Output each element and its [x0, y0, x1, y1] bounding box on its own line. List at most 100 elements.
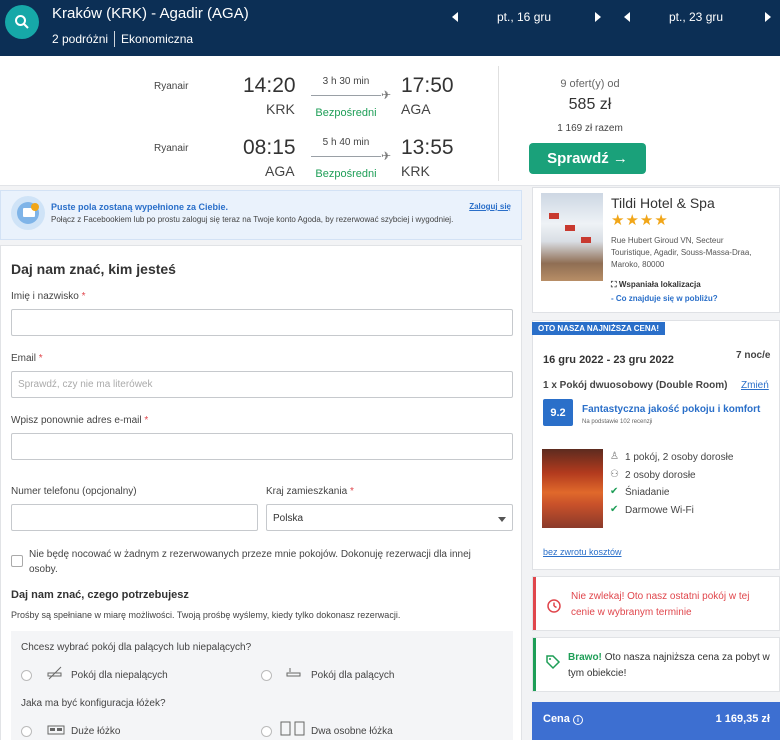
change-room-link[interactable]: Zmień [741, 380, 769, 391]
nearby-link[interactable]: - Co znajduje się w pobliżu? [611, 294, 718, 303]
needs-text: Prośby są spełniane w miarę możliwości. … [11, 610, 401, 620]
prev-date-back-icon[interactable] [624, 12, 630, 22]
price-label: Cena i [543, 713, 583, 725]
check-offer-button[interactable]: Sprawdź → [529, 143, 646, 174]
banner-title: Puste pola zostaną wypełnione za Ciebie. [51, 202, 229, 212]
not-staying-label[interactable]: Nie będę nocować w żadnym z rezerwowanyc… [29, 547, 509, 577]
divider [114, 31, 116, 47]
hotel-address: Rue Hubert Giroud VN, Secteur Touristiqu… [611, 235, 780, 271]
hotel-balcony [581, 237, 591, 243]
country-value: Polska [273, 513, 304, 524]
big-bed-radio[interactable] [21, 726, 32, 737]
hotel-balcony [565, 225, 575, 231]
search-icon [15, 15, 29, 29]
country-select[interactable]: Polska [266, 504, 513, 531]
nonsmoking-radio[interactable] [21, 670, 32, 681]
twin-beds-radio[interactable] [261, 726, 272, 737]
alarm-clock-icon [545, 596, 563, 617]
flight-panel: Ryanair 14:20 KRK 3 h 30 min ✈ Bezpośred… [0, 56, 780, 186]
refund-policy-link[interactable]: bez zwrotu kosztów [543, 547, 622, 557]
smoking-question: Chcesz wybrać pokój dla palących lub nie… [21, 642, 252, 653]
review-score-text: Fantastyczna jakość pokoju i komfort [582, 404, 761, 415]
search-button[interactable] [5, 5, 39, 39]
travellers-label: 2 podróżni [52, 32, 109, 46]
review-score-badge: 9.2 [543, 399, 573, 426]
twin-beds-label[interactable]: Dwa osobne łóżka [311, 726, 393, 737]
stay-dates: 16 gru 2022 - 23 gru 2022 [543, 354, 674, 366]
name-label: Imię i nazwisko * [11, 291, 86, 302]
divider [498, 66, 499, 181]
login-banner: Puste pola zostaną wypełnione za Ciebie.… [0, 190, 522, 240]
map-pin-icon: ⛶ [611, 280, 617, 289]
check-icon: ✔ [610, 504, 619, 515]
twin-beds-icon [279, 720, 307, 739]
travellers-cabin[interactable]: 2 podróżni Ekonomiczna [52, 31, 193, 47]
name-label-text: Imię i nazwisko [11, 291, 79, 302]
amenity-adults: 2 osoby dorosłe [625, 470, 696, 481]
stops-out: Bezpośredni [315, 107, 377, 119]
airline-back: Ryanair [154, 143, 189, 154]
nights-count: 7 noc/e [736, 350, 771, 361]
arr-code-out: AGA [401, 101, 431, 117]
prev-date-out-icon[interactable] [452, 12, 458, 22]
nonsmoking-label[interactable]: Pokój dla niepalących [71, 670, 168, 681]
globe-login-icon [11, 196, 45, 230]
alert-bar [533, 638, 536, 691]
next-date-back-icon[interactable] [765, 12, 771, 22]
dep-time-out: 14:20 [243, 74, 296, 97]
last-room-alert: Nie zwlekaj! Oto nasz ostatni pokój w te… [532, 576, 780, 631]
alert-bar [533, 577, 536, 630]
amenity-occupancy: 1 pokój, 2 osoby dorosłe [625, 452, 734, 463]
price-from: 585 zł [568, 96, 612, 113]
next-date-out-icon[interactable] [595, 12, 601, 22]
lowest-price-tag: OTO NASZA NAJNIŻSZA CENA! [532, 322, 666, 335]
required-mark: * [38, 353, 43, 364]
phone-input[interactable] [11, 504, 258, 531]
no-smoking-icon [47, 666, 63, 683]
big-bed-label[interactable]: Duże łóżko [71, 726, 120, 737]
hotel-photo [541, 193, 603, 281]
banner-text: Połącz z Facebookiem lub po prostu zalog… [51, 215, 454, 224]
arr-time-out: 17:50 [401, 74, 454, 97]
email-confirm-input[interactable] [11, 433, 513, 460]
arr-code-back: KRK [401, 163, 430, 179]
stops-back: Bezpośredni [315, 168, 377, 180]
email-label: Email * [11, 353, 43, 364]
dep-code-back: AGA [265, 163, 295, 179]
not-staying-checkbox[interactable] [11, 555, 23, 567]
people-icon: ⚇ [610, 469, 619, 480]
phone-label: Numer telefonu (opcjonalny) [11, 486, 137, 497]
needs-title: Daj nam znać, czego potrzebujesz [11, 589, 189, 601]
address-line: Maroko, 80000 [611, 260, 665, 269]
preferences-box: Chcesz wybrać pokój dla palących lub nie… [11, 631, 513, 740]
double-bed-icon [47, 722, 65, 739]
location-text: Wspaniała lokalizacja [618, 280, 701, 289]
smoking-label[interactable]: Pokój dla palących [311, 670, 394, 681]
search-bar: Kraków (KRK) - Agadir (AGA) 2 podróżni E… [0, 0, 780, 56]
date-back[interactable]: pt., 23 gru [669, 10, 723, 26]
full-name-input[interactable] [11, 309, 513, 336]
login-link[interactable]: Zaloguj się [469, 202, 511, 211]
route-title[interactable]: Kraków (KRK) - Agadir (AGA) [52, 5, 249, 22]
price-bar[interactable]: Cena i 1 169,35 zł [532, 702, 780, 740]
smoking-icon [286, 666, 302, 683]
date-out[interactable]: pt., 16 gru [497, 10, 551, 26]
dep-code-out: KRK [266, 101, 295, 117]
email-label-text: Email [11, 353, 37, 364]
review-count: Na podstawie 102 recenzji [582, 419, 653, 425]
last-room-text: Nie zwlekaj! Oto nasz ostatni pokój w te… [571, 591, 750, 618]
email-confirm-label: Wpisz ponownie adres e-mail * [11, 415, 148, 426]
country-label-text: Kraj zamieszkania [266, 486, 348, 497]
bed-question: Jaka ma być konfiguracja łóżek? [21, 698, 166, 709]
offers-count: 9 ofert(y) od [560, 78, 620, 90]
check-icon: ✔ [610, 486, 619, 497]
price-total: 1 169 zł razem [557, 123, 623, 134]
email-input[interactable]: Sprawdź, czy nie ma literówek [11, 371, 513, 398]
location-label: ⛶ Wspaniała lokalizacja [611, 280, 701, 290]
duration-out: 3 h 30 min [322, 76, 370, 87]
star-rating: ★★★★ [611, 212, 669, 229]
airline-out: Ryanair [154, 81, 189, 92]
smoking-radio[interactable] [261, 670, 272, 681]
not-staying-text-1: Nie będę nocować w żadnym z rezerwowanyc… [29, 549, 471, 560]
cabin-label: Ekonomiczna [121, 32, 194, 46]
